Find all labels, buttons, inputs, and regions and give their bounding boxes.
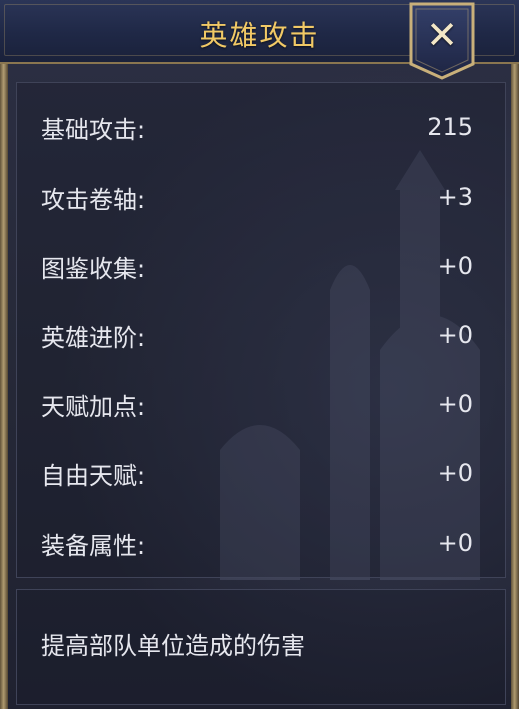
stat-label: 英雄进阶: [41,323,146,352]
stat-row-base-attack: 基础攻击: 215 [41,107,473,147]
stat-row-attack-scroll: 攻击卷轴: +3 [41,177,473,217]
stat-value: +0 [437,529,473,557]
stat-value: +0 [437,321,473,349]
stat-label: 攻击卷轴: [41,185,146,214]
stat-row-equipment-attributes: 装备属性: +0 [41,523,473,563]
stat-row-codex-collection: 图鉴收集: +0 [41,246,473,286]
stat-value: +3 [437,183,473,211]
close-button[interactable]: ✕ [409,2,475,80]
stat-row-talent-points: 天赋加点: +0 [41,384,473,424]
stats-list: 基础攻击: 215 攻击卷轴: +3 图鉴收集: +0 英雄进阶: +0 天赋加… [16,82,506,578]
stat-value: 215 [427,113,473,141]
stat-label: 基础攻击: [41,115,146,144]
stat-label: 自由天赋: [41,461,146,490]
hero-attack-panel: 英雄攻击 ✕ 基础攻击: 215 攻击卷轴: +3 图鉴收集: +0 英雄进阶:… [0,0,519,709]
stat-value: +0 [437,390,473,418]
description-text: 提高部队单位造成的伤害 [41,632,305,660]
stat-label: 天赋加点: [41,392,146,421]
frame-left-border [0,64,8,709]
stat-row-hero-advancement: 英雄进阶: +0 [41,315,473,355]
stat-value: +0 [437,252,473,280]
stat-value: +0 [437,459,473,487]
close-x-icon: ✕ [426,13,458,57]
stat-label: 装备属性: [41,531,146,560]
stat-label: 图鉴收集: [41,254,146,283]
frame-right-border [511,64,519,709]
stat-row-free-talent: 自由天赋: +0 [41,453,473,493]
description-box: 提高部队单位造成的伤害 [16,589,506,705]
